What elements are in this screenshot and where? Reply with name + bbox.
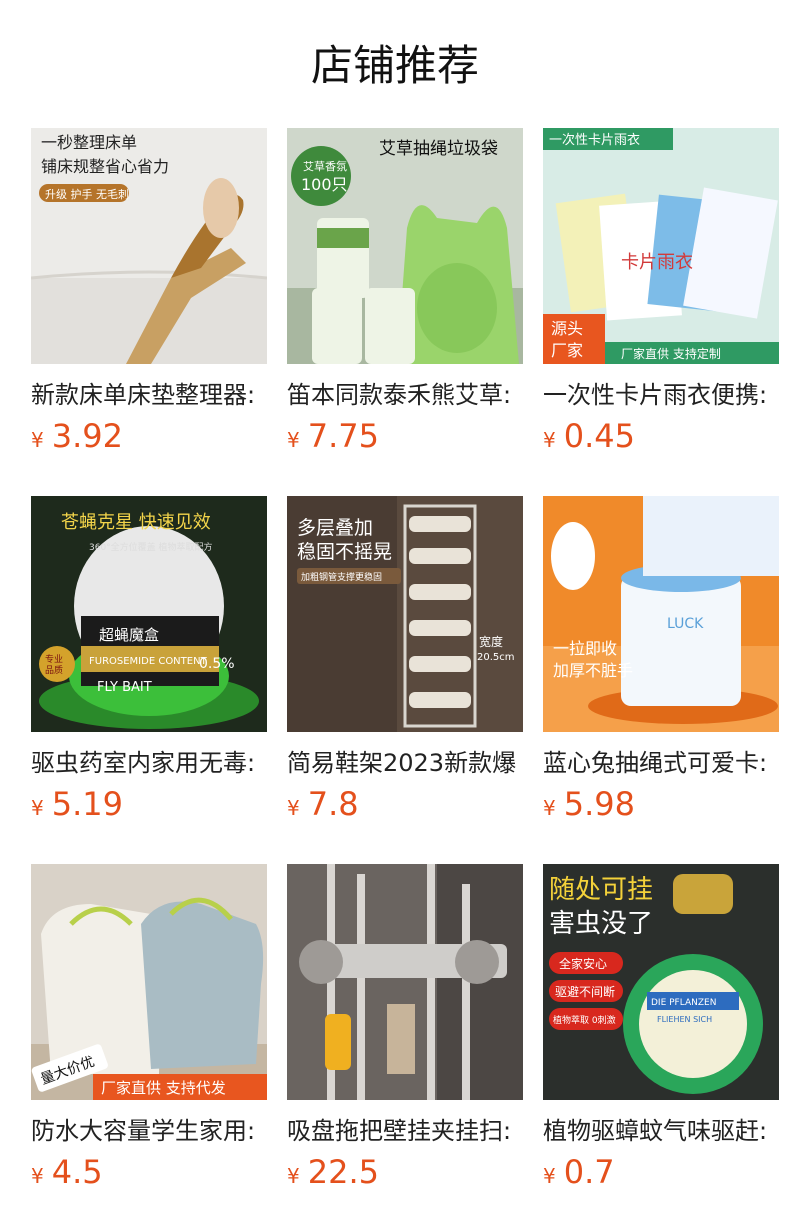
product-image[interactable]: 艾草香氛 100只 艾草抽绳垃圾袋 — [287, 128, 523, 364]
currency-symbol: ¥ — [287, 428, 300, 452]
price-amount: 5.98 — [563, 785, 635, 823]
product-name[interactable]: 笛本同款泰禾熊艾草: — [287, 378, 523, 412]
image-caption: 驱避不间断 — [555, 984, 615, 999]
currency-symbol: ¥ — [543, 1164, 556, 1188]
image-caption: DIE PFLANZEN — [651, 998, 716, 1008]
product-name[interactable]: 一次性卡片雨衣便携: — [543, 378, 779, 412]
product-card[interactable]: 一拉即收 加厚不脏手 LUCK 蓝心兔抽绳式可爱卡: ¥5.98 — [543, 496, 779, 830]
price-amount: 3.92 — [51, 417, 123, 455]
price-amount: 7.75 — [307, 417, 379, 455]
image-caption: 360°全方位覆盖 植物萃取配方 — [89, 541, 213, 553]
product-card[interactable]: 一秒整理床单 铺床规整省心省力 升级 护手 无毛刺 新款床单床垫整理器: ¥3.… — [31, 128, 267, 462]
image-caption: 加粗钢管支撑更稳固 — [301, 571, 382, 583]
price-amount: 22.5 — [307, 1153, 379, 1191]
image-caption: 厂家直供 支持定制 — [621, 346, 721, 361]
price-amount: 5.19 — [51, 785, 123, 823]
product-card[interactable]: DIE PFLANZEN FLIEHEN SICH 随处可挂 害虫没了 全家安心… — [543, 864, 779, 1198]
product-name[interactable]: 吸盘拖把壁挂夹挂扫: — [287, 1114, 523, 1148]
currency-symbol: ¥ — [287, 796, 300, 820]
price-amount: 4.5 — [51, 1153, 103, 1191]
image-caption: 铺床规整省心省力 — [41, 157, 169, 176]
currency-symbol: ¥ — [543, 796, 556, 820]
image-caption: FLY BAIT — [97, 680, 152, 695]
image-caption: 植物萃取 0刺激 — [553, 1014, 616, 1026]
product-price: ¥22.5 — [287, 1152, 523, 1198]
product-name[interactable]: 植物驱蟑蚊气味驱赶: — [543, 1114, 779, 1148]
image-caption: LUCK — [667, 616, 704, 632]
price-amount: 0.45 — [563, 417, 635, 455]
image-caption: 厂家直供 支持代发 — [101, 1079, 226, 1097]
product-image[interactable]: 苍蝇克星 快速见效 360°全方位覆盖 植物萃取配方 超蝇魔盒 FUROSEMI… — [31, 496, 267, 732]
image-caption: 多层叠加 — [297, 517, 373, 539]
image-caption: 害虫没了 — [549, 909, 653, 939]
product-name[interactable]: 驱虫药室内家用无毒: — [31, 746, 267, 780]
section-title: 店铺推荐 — [310, 41, 479, 90]
product-card[interactable]: 苍蝇克星 快速见效 360°全方位覆盖 植物萃取配方 超蝇魔盒 FUROSEMI… — [31, 496, 267, 830]
product-price: ¥3.92 — [31, 416, 267, 462]
product-price: ¥7.8 — [287, 784, 523, 830]
image-caption: 20.5cm — [477, 652, 515, 663]
image-caption: FLIEHEN SICH — [657, 1015, 712, 1024]
product-name[interactable]: 简易鞋架2023新款爆 — [287, 746, 523, 780]
price-amount: 7.8 — [307, 785, 359, 823]
product-card[interactable]: 厂家直供 支持代发 量大价优 防水大容量学生家用: ¥4.5 — [31, 864, 267, 1198]
product-card[interactable]: 一次性卡片雨衣 卡片雨衣 源头 厂家 厂家直供 支持定制 一次性卡片雨衣便携: … — [543, 128, 779, 462]
image-caption: 稳固不摇晃 — [297, 541, 392, 563]
product-price: ¥5.19 — [31, 784, 267, 830]
product-card[interactable]: 吸盘拖把壁挂夹挂扫: ¥22.5 — [287, 864, 523, 1198]
product-image[interactable]: 多层叠加 稳固不摇晃 加粗钢管支撑更稳固 宽度 20.5cm — [287, 496, 523, 732]
currency-symbol: ¥ — [31, 428, 44, 452]
currency-symbol: ¥ — [287, 1164, 300, 1188]
product-price: ¥7.75 — [287, 416, 523, 462]
price-amount: 0.7 — [563, 1153, 615, 1191]
image-caption: 超蝇魔盒 — [99, 626, 159, 644]
image-caption: 100只 — [301, 175, 348, 194]
image-caption: 专业 — [45, 653, 63, 665]
image-caption: 一拉即收 — [553, 639, 617, 658]
product-image[interactable]: 一拉即收 加厚不脏手 LUCK — [543, 496, 779, 732]
image-caption: 0.5% — [199, 656, 235, 672]
image-caption: 加厚不脏手 — [553, 661, 633, 680]
product-image[interactable]: DIE PFLANZEN FLIEHEN SICH 随处可挂 害虫没了 全家安心… — [543, 864, 779, 1100]
image-caption: 艾草香氛 — [303, 160, 347, 173]
product-card[interactable]: 多层叠加 稳固不摇晃 加粗钢管支撑更稳固 宽度 20.5cm 简易鞋架2023新… — [287, 496, 523, 830]
product-price: ¥0.7 — [543, 1152, 779, 1198]
image-caption: 随处可挂 — [549, 875, 653, 905]
product-name[interactable]: 蓝心兔抽绳式可爱卡: — [543, 746, 779, 780]
image-caption: 一秒整理床单 — [41, 133, 137, 152]
currency-symbol: ¥ — [31, 796, 44, 820]
image-caption: 厂家 — [551, 341, 583, 360]
image-caption: 卡片雨衣 — [621, 252, 693, 273]
product-name[interactable]: 新款床单床垫整理器: — [31, 378, 267, 412]
image-caption: 源头 — [551, 319, 583, 338]
currency-symbol: ¥ — [31, 1164, 44, 1188]
product-image[interactable] — [287, 864, 523, 1100]
currency-symbol: ¥ — [543, 428, 556, 452]
product-card[interactable]: 艾草香氛 100只 艾草抽绳垃圾袋 笛本同款泰禾熊艾草: ¥7.75 — [287, 128, 523, 462]
product-image[interactable]: 一次性卡片雨衣 卡片雨衣 源头 厂家 厂家直供 支持定制 — [543, 128, 779, 364]
product-price: ¥0.45 — [543, 416, 779, 462]
product-price: ¥4.5 — [31, 1152, 267, 1198]
image-caption: 品质 — [45, 664, 63, 676]
image-caption: 艾草抽绳垃圾袋 — [379, 139, 498, 159]
product-image[interactable]: 一秒整理床单 铺床规整省心省力 升级 护手 无毛刺 — [31, 128, 267, 364]
image-caption: 一次性卡片雨衣 — [549, 132, 640, 148]
product-price: ¥5.98 — [543, 784, 779, 830]
product-image[interactable]: 厂家直供 支持代发 量大价优 — [31, 864, 267, 1100]
product-name[interactable]: 防水大容量学生家用: — [31, 1114, 267, 1148]
image-caption: 苍蝇克星 快速见效 — [61, 512, 211, 533]
image-caption: 宽度 — [479, 634, 503, 649]
image-caption: 全家安心 — [559, 956, 607, 971]
image-caption: FUROSEMIDE CONTENT — [89, 656, 208, 667]
image-caption: 升级 护手 无毛刺 — [45, 187, 129, 201]
